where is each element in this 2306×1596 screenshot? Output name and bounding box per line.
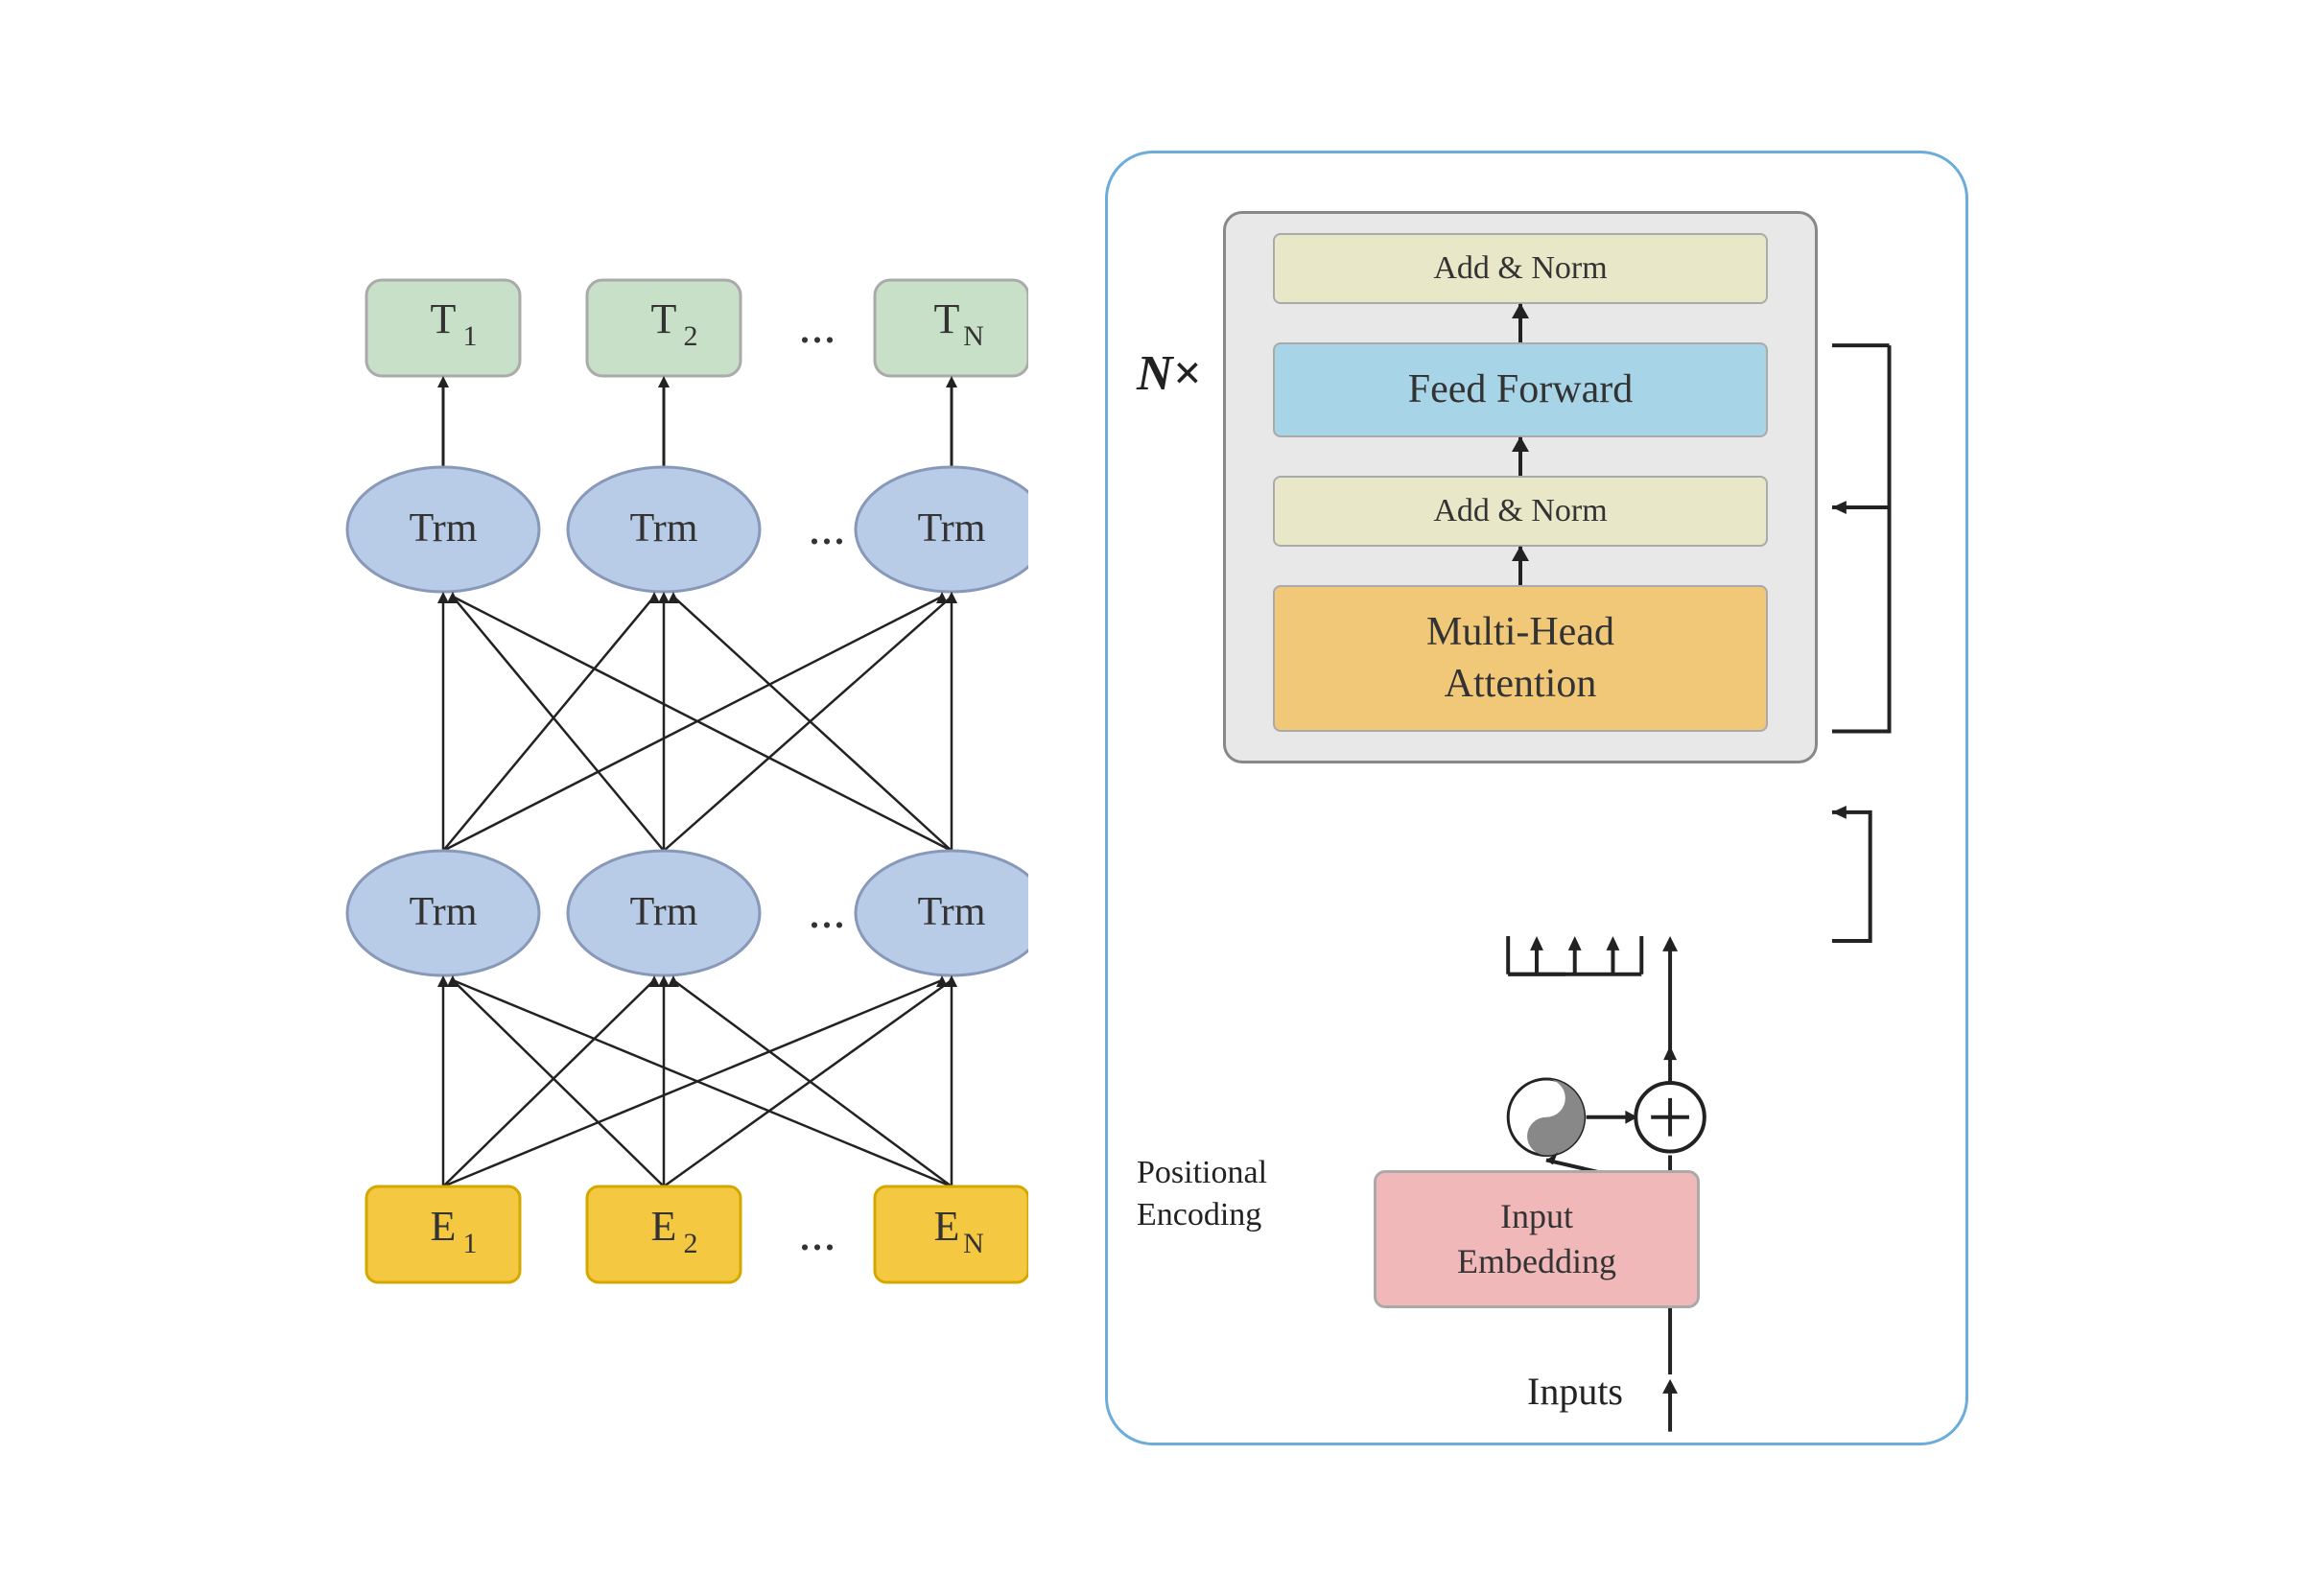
transformer-block: Add & Norm Feed Forward Add & Norm — [1223, 211, 1818, 763]
svg-text:1: 1 — [463, 320, 478, 352]
svg-text:2: 2 — [684, 320, 698, 352]
svg-text:Trm: Trm — [918, 890, 986, 934]
positional-encoding-label: PositionalEncoding — [1137, 1152, 1267, 1236]
svg-text:Trm: Trm — [410, 506, 478, 551]
feed-forward-box: Feed Forward — [1273, 342, 1769, 437]
svg-text:2: 2 — [684, 1228, 698, 1259]
svg-text:E: E — [431, 1203, 457, 1250]
svg-text:...: ... — [799, 299, 836, 354]
add-norm-bottom-box: Add & Norm — [1273, 476, 1769, 547]
svg-text:Trm: Trm — [410, 890, 478, 934]
input-embedding-box: InputEmbedding — [1374, 1170, 1700, 1308]
svg-text:N: N — [963, 320, 984, 352]
multi-head-attention-box: Multi-HeadAttention — [1273, 585, 1769, 732]
nx-label: N× — [1137, 345, 1201, 402]
svg-text:N: N — [963, 1228, 984, 1259]
svg-text:...: ... — [799, 1207, 836, 1261]
svg-text:Trm: Trm — [918, 506, 986, 551]
svg-text:T: T — [651, 295, 677, 342]
right-inner: N× Add & Norm Feed Forward Add & Norm — [1108, 153, 1965, 1443]
svg-text:E: E — [934, 1203, 960, 1250]
svg-text:...: ... — [809, 501, 846, 555]
right-diagram: N× Add & Norm Feed Forward Add & Norm — [1105, 151, 1968, 1445]
svg-text:Trm: Trm — [630, 506, 698, 551]
svg-text:1: 1 — [463, 1228, 478, 1259]
left-diagram: T 1 T 2 ... T N Trm Trm ... — [338, 223, 1028, 1373]
svg-text:...: ... — [809, 884, 846, 939]
inputs-label: Inputs — [1527, 1369, 1623, 1414]
svg-text:T: T — [431, 295, 457, 342]
svg-text:Trm: Trm — [630, 890, 698, 934]
svg-text:T: T — [934, 295, 960, 342]
add-norm-top-box: Add & Norm — [1273, 233, 1769, 304]
main-container: T 1 T 2 ... T N Trm Trm ... — [98, 79, 2208, 1517]
svg-text:E: E — [651, 1203, 677, 1250]
